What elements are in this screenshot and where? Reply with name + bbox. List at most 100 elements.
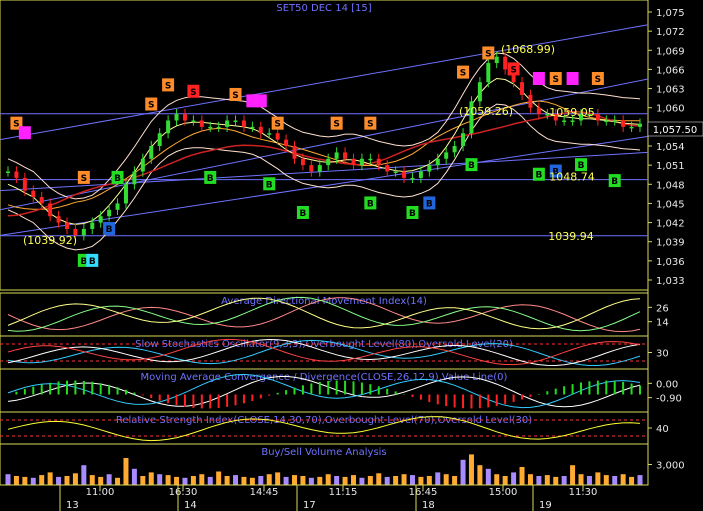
price-annotation: (1059.26) — [459, 105, 513, 118]
price-tick-label: 1,072 — [656, 27, 685, 38]
volume-bar — [367, 476, 373, 485]
candle-body — [385, 165, 390, 172]
volume-bar — [342, 476, 348, 485]
last-price-label: 1,057.50 — [653, 125, 698, 136]
signal-letter: B — [207, 174, 214, 184]
volume-bar — [81, 465, 87, 485]
time-label: 11:30 — [569, 487, 598, 498]
signal-letter: B — [89, 257, 96, 267]
volume-bar — [485, 468, 491, 485]
candle-body — [64, 222, 69, 229]
candle-body — [31, 190, 36, 198]
volume-bar — [578, 474, 584, 485]
signal-letter: B — [367, 199, 374, 209]
time-label: 15:00 — [489, 487, 518, 498]
volume-bar — [275, 472, 281, 485]
signal-marker[interactable] — [18, 126, 31, 140]
candle-body — [604, 120, 609, 122]
volume-bar — [426, 476, 432, 485]
signal-letter: B — [409, 209, 416, 219]
candle-body — [140, 158, 145, 172]
volume-bar — [182, 477, 188, 485]
signal-letter: B — [426, 199, 433, 209]
candle-body — [225, 120, 230, 127]
candle-body — [275, 133, 280, 140]
volume-bar — [629, 476, 635, 485]
candle-body — [368, 158, 373, 161]
candle-body — [132, 171, 137, 185]
volume-bar — [72, 473, 78, 485]
signal-letter: S — [333, 120, 339, 130]
price-tick-label: 1,069 — [656, 46, 685, 57]
trade-signals[interactable]: SB BSBBSSSBSSBBSBSBBSBSSSB BSBB — [10, 46, 621, 267]
candle-body — [343, 152, 348, 159]
volume-bar — [216, 471, 222, 485]
price-annotation: 1048.74 — [549, 171, 595, 184]
volume-bar — [536, 476, 542, 485]
volume-bar — [249, 477, 255, 485]
volume-bar — [207, 476, 213, 485]
volume-bar — [283, 476, 289, 485]
volume-bar — [106, 474, 112, 485]
volume-bar — [460, 459, 466, 485]
signal-letter: S — [148, 101, 154, 111]
candle-body — [81, 228, 86, 236]
volume-bar — [586, 476, 592, 485]
signal-letter: S — [485, 49, 491, 59]
volume-bar — [98, 476, 104, 485]
volume-bar — [435, 472, 441, 485]
candle-body — [536, 107, 541, 115]
volume-bar — [511, 472, 517, 485]
time-label: 16:30 — [169, 487, 198, 498]
volume-bar — [519, 467, 525, 485]
day-label: 17 — [303, 500, 316, 511]
candle-body — [123, 184, 128, 204]
candle-body — [22, 177, 27, 191]
volume-bar — [258, 476, 264, 485]
candle-body — [39, 197, 44, 204]
volume-bar — [393, 476, 399, 485]
volume-bar — [308, 477, 314, 485]
stock-chart[interactable]: SET50 DEC 14 [15] SB BSBBSSSBSSBBSBSBBSBS… — [0, 0, 703, 511]
candle-body — [267, 133, 272, 135]
candle-body — [98, 216, 103, 223]
volume-bar — [401, 474, 407, 485]
candle-body — [208, 126, 213, 129]
price-annotation: 1059.05 — [549, 106, 595, 119]
signal-letter: S — [367, 120, 373, 130]
volume-bar — [612, 476, 618, 485]
candle-body — [56, 216, 61, 223]
indicator-panels: Average Directional Movement Index(14)26… — [0, 292, 685, 486]
signal-letter: B — [535, 171, 542, 181]
candle-body — [107, 209, 112, 217]
volume-bar — [527, 474, 533, 485]
volume-bar — [174, 476, 180, 485]
trend-line — [0, 78, 649, 211]
signal-marker[interactable] — [532, 72, 545, 85]
candle-body — [258, 126, 263, 134]
price-tick-label: 1,051 — [656, 161, 685, 172]
moving-average-red — [7, 111, 641, 217]
candle-body — [115, 203, 120, 210]
signal-marker[interactable] — [566, 72, 579, 85]
candle-body — [157, 133, 162, 146]
candle-body — [638, 123, 642, 127]
price-tick-label: 1,054 — [656, 142, 685, 153]
signal-letter: B — [266, 180, 273, 190]
trend-line — [0, 135, 649, 236]
price-candles — [6, 51, 642, 241]
volume-bar — [334, 476, 340, 485]
volume-bar — [123, 458, 129, 485]
volume-bar — [620, 474, 626, 485]
volume-bar — [376, 473, 382, 485]
signal-letter: B — [106, 225, 113, 235]
candle-body — [621, 120, 626, 127]
candle-body — [174, 114, 179, 121]
candle-body — [149, 146, 154, 159]
volume-bar — [157, 474, 163, 485]
signal-letter: S — [274, 120, 280, 130]
candle-body — [6, 171, 10, 174]
candle-body — [461, 133, 466, 146]
signal-marker[interactable] — [254, 94, 267, 108]
price-tick-label: 1,075 — [656, 8, 685, 19]
